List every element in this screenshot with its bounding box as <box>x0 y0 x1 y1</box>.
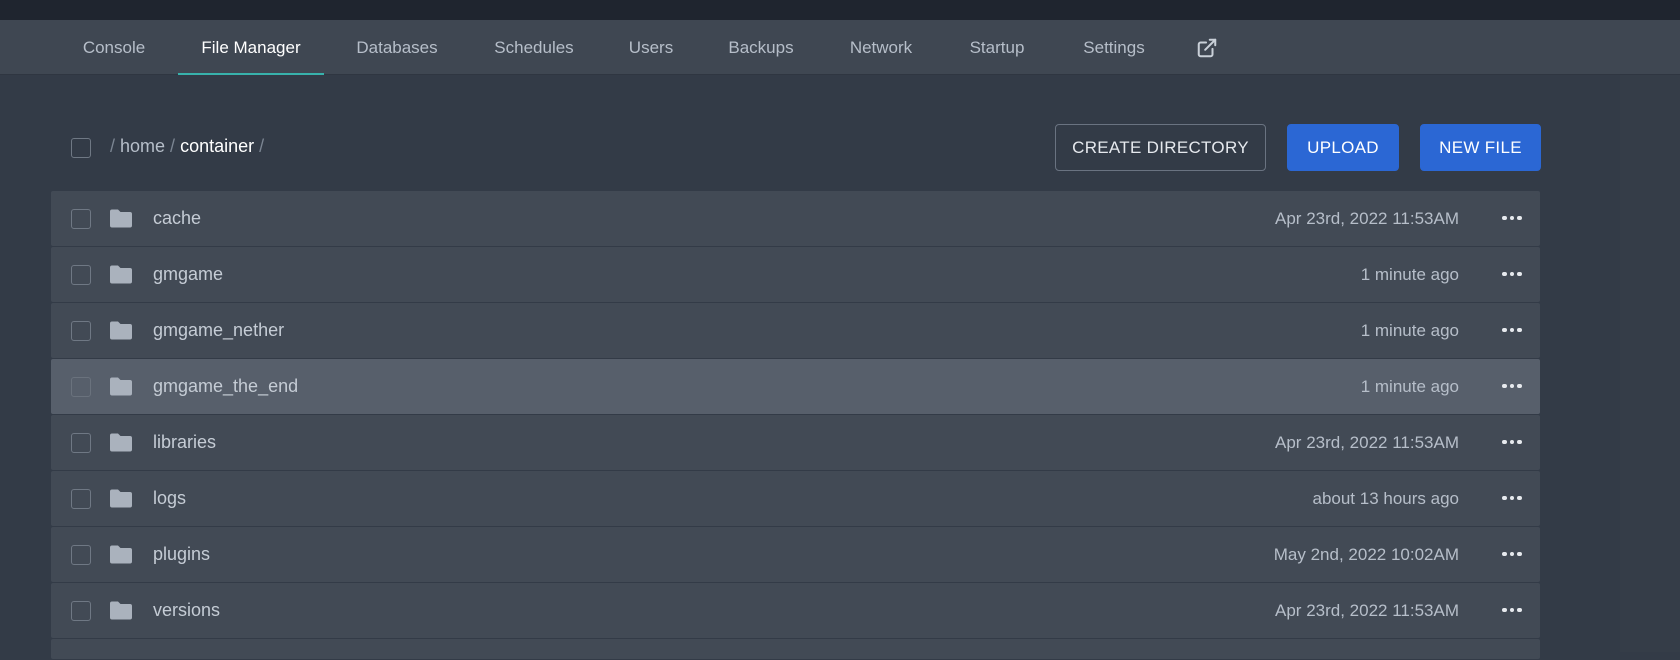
tab-databases[interactable]: Databases <box>353 20 441 75</box>
external-link-icon[interactable] <box>1196 37 1218 59</box>
file-name[interactable]: cache <box>153 191 201 246</box>
file-modified: Apr 23rd, 2022 11:53AM <box>1275 209 1459 228</box>
tab-users[interactable]: Users <box>626 20 676 75</box>
file-modified: 1 minute ago <box>1360 321 1459 340</box>
file-list: cache Apr 23rd, 2022 11:53AM gmgame 1 mi… <box>51 191 1540 660</box>
tab-startup[interactable]: Startup <box>964 20 1030 75</box>
tab-file-manager[interactable]: File Manager <box>178 20 324 75</box>
top-header-strip <box>0 0 1680 20</box>
file-name[interactable]: logs <box>153 471 186 526</box>
file-modified: about 13 hours ago <box>1312 489 1459 508</box>
tab-console[interactable]: Console <box>80 20 148 75</box>
folder-icon <box>110 377 132 396</box>
file-row[interactable]: versions Apr 23rd, 2022 11:53AM <box>51 583 1540 638</box>
tab-backups[interactable]: Backups <box>724 20 798 75</box>
file-name[interactable]: gmgame <box>153 247 223 302</box>
upload-button[interactable]: UPLOAD <box>1287 124 1399 171</box>
file-row[interactable]: gmgame 1 minute ago <box>51 247 1540 302</box>
file-modified: Apr 23rd, 2022 11:53AM <box>1275 433 1459 452</box>
breadcrumb-home[interactable]: home <box>120 136 165 156</box>
file-name[interactable]: gmgame_nether <box>153 303 284 358</box>
more-options-icon[interactable] <box>1500 320 1524 340</box>
row-checkbox[interactable] <box>71 545 91 565</box>
tab-settings[interactable]: Settings <box>1078 20 1150 75</box>
row-checkbox[interactable] <box>71 489 91 509</box>
more-options-icon[interactable] <box>1500 488 1524 508</box>
create-directory-button[interactable]: CREATE DIRECTORY <box>1055 124 1266 171</box>
file-row-partial[interactable] <box>51 639 1540 659</box>
breadcrumb-separator: / <box>110 136 116 156</box>
more-options-icon[interactable] <box>1500 600 1524 620</box>
file-row[interactable]: libraries Apr 23rd, 2022 11:53AM <box>51 415 1540 470</box>
select-all-checkbox[interactable] <box>71 138 91 158</box>
new-file-button[interactable]: NEW FILE <box>1420 124 1541 171</box>
folder-icon <box>110 545 132 564</box>
breadcrumb-container[interactable]: container <box>180 136 254 156</box>
row-checkbox[interactable] <box>71 377 91 397</box>
file-modified: 1 minute ago <box>1360 377 1459 396</box>
file-modified: May 2nd, 2022 10:02AM <box>1273 545 1459 564</box>
file-modified: Apr 23rd, 2022 11:53AM <box>1275 601 1459 620</box>
row-checkbox[interactable] <box>71 601 91 621</box>
folder-icon <box>110 321 132 340</box>
file-modified: 1 minute ago <box>1360 265 1459 284</box>
breadcrumb-separator: / <box>170 136 176 156</box>
file-row[interactable]: gmgame_nether 1 minute ago <box>51 303 1540 358</box>
folder-icon <box>110 433 132 452</box>
file-row[interactable]: logs about 13 hours ago <box>51 471 1540 526</box>
file-name[interactable]: versions <box>153 583 220 638</box>
tab-schedules[interactable]: Schedules <box>490 20 578 75</box>
tab-network[interactable]: Network <box>846 20 916 75</box>
file-name[interactable]: libraries <box>153 415 216 470</box>
row-checkbox[interactable] <box>71 433 91 453</box>
row-checkbox[interactable] <box>71 321 91 341</box>
row-checkbox[interactable] <box>71 209 91 229</box>
right-gutter <box>1620 75 1680 652</box>
file-row[interactable]: cache Apr 23rd, 2022 11:53AM <box>51 191 1540 246</box>
more-options-icon[interactable] <box>1500 376 1524 396</box>
folder-icon <box>110 209 132 228</box>
more-options-icon[interactable] <box>1500 544 1524 564</box>
row-checkbox[interactable] <box>71 265 91 285</box>
server-tab-bar: Console File Manager Databases Schedules… <box>0 20 1680 75</box>
folder-icon <box>110 601 132 620</box>
file-row[interactable]: plugins May 2nd, 2022 10:02AM <box>51 527 1540 582</box>
more-options-icon[interactable] <box>1500 264 1524 284</box>
breadcrumb-separator: / <box>259 136 265 156</box>
more-options-icon[interactable] <box>1500 208 1524 228</box>
file-name[interactable]: gmgame_the_end <box>153 359 298 414</box>
folder-icon <box>110 265 132 284</box>
more-options-icon[interactable] <box>1500 432 1524 452</box>
folder-icon <box>110 489 132 508</box>
file-name[interactable]: plugins <box>153 527 210 582</box>
file-row[interactable]: gmgame_the_end 1 minute ago <box>51 359 1540 414</box>
breadcrumb: / home / container / <box>110 136 269 158</box>
